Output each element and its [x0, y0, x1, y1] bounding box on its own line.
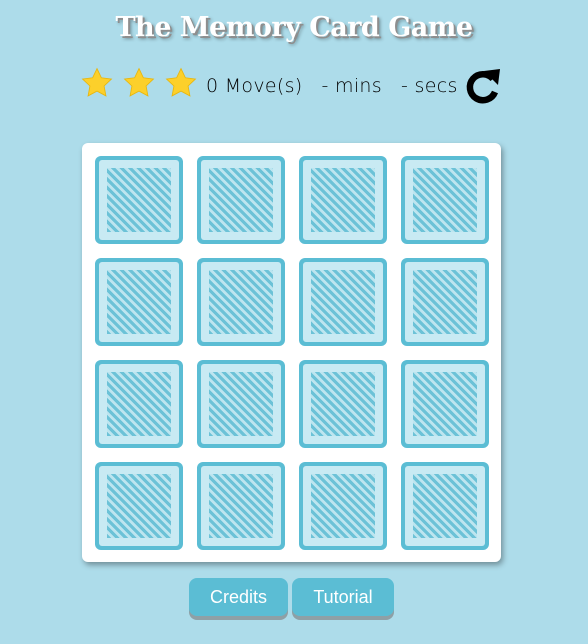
card-back-frame	[405, 262, 485, 342]
card-back-pattern	[413, 474, 477, 538]
card-back-pattern	[107, 168, 171, 232]
memory-card[interactable]	[95, 462, 183, 550]
card-back-pattern	[107, 372, 171, 436]
card-back-pattern	[413, 168, 477, 232]
card-back-frame	[303, 364, 383, 444]
card-back-pattern	[209, 372, 273, 436]
memory-card[interactable]	[95, 156, 183, 244]
card-back-pattern	[107, 474, 171, 538]
card-back-frame	[201, 364, 281, 444]
memory-card[interactable]	[299, 462, 387, 550]
redo-icon[interactable]	[461, 66, 503, 108]
memory-card[interactable]	[299, 360, 387, 448]
memory-card[interactable]	[197, 156, 285, 244]
star-rating	[80, 66, 198, 100]
card-back-frame	[201, 466, 281, 546]
card-back-pattern	[311, 372, 375, 436]
card-deck	[82, 143, 501, 562]
card-back-frame	[303, 262, 383, 342]
score-panel: 0 Move(s) - mins - secs	[80, 64, 510, 110]
memory-card[interactable]	[299, 258, 387, 346]
card-back-frame	[201, 262, 281, 342]
game-title: The Memory Card Game	[115, 12, 473, 43]
star-icon	[123, 67, 155, 97]
moves-label: Move(s)	[224, 75, 303, 97]
seconds-label: secs	[414, 75, 458, 97]
tutorial-button[interactable]: Tutorial	[292, 578, 394, 616]
credits-button[interactable]: Credits	[189, 578, 288, 616]
card-back-frame	[405, 160, 485, 240]
card-back-frame	[99, 160, 179, 240]
memory-card[interactable]	[197, 258, 285, 346]
memory-card[interactable]	[197, 462, 285, 550]
card-back-pattern	[311, 474, 375, 538]
minutes-value: -	[321, 75, 329, 97]
moves-timer-readout: 0 Move(s) - mins - secs	[206, 75, 458, 97]
card-back-frame	[99, 364, 179, 444]
memory-card[interactable]	[299, 156, 387, 244]
card-back-frame	[405, 364, 485, 444]
card-back-pattern	[413, 372, 477, 436]
card-back-pattern	[209, 270, 273, 334]
memory-card[interactable]	[197, 360, 285, 448]
minutes-label: mins	[335, 75, 382, 97]
memory-card[interactable]	[95, 258, 183, 346]
card-back-frame	[303, 466, 383, 546]
card-back-frame	[99, 262, 179, 342]
moves-count: 0	[206, 75, 219, 97]
card-back-pattern	[209, 474, 273, 538]
card-back-pattern	[107, 270, 171, 334]
seconds-value: -	[401, 75, 409, 97]
card-back-frame	[405, 466, 485, 546]
memory-card[interactable]	[401, 360, 489, 448]
card-back-pattern	[413, 270, 477, 334]
memory-card[interactable]	[95, 360, 183, 448]
card-back-frame	[201, 160, 281, 240]
card-back-pattern	[311, 168, 375, 232]
memory-card[interactable]	[401, 462, 489, 550]
card-back-frame	[303, 160, 383, 240]
card-back-pattern	[311, 270, 375, 334]
memory-card[interactable]	[401, 156, 489, 244]
star-icon	[165, 67, 197, 97]
card-back-frame	[99, 466, 179, 546]
footer-buttons: Credits Tutorial	[0, 578, 588, 622]
memory-card[interactable]	[401, 258, 489, 346]
star-icon	[81, 67, 113, 97]
card-back-pattern	[209, 168, 273, 232]
